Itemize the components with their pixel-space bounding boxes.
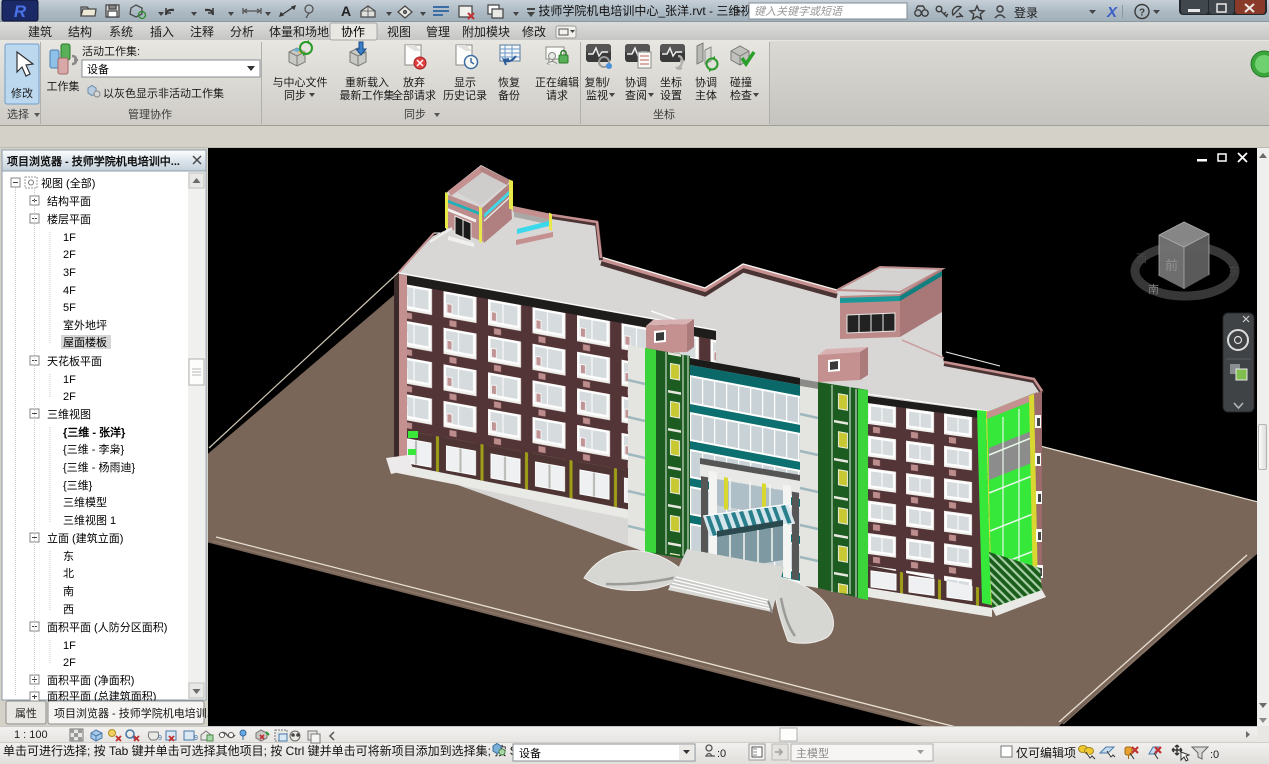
svg-text:恢复: 恢复: [498, 75, 520, 89]
svg-text:楼层平面: 楼层平面: [47, 212, 91, 226]
svg-text:正在编辑: 正在编辑: [535, 75, 579, 89]
svg-text:主模型: 主模型: [796, 746, 829, 760]
svg-text:2F: 2F: [63, 391, 76, 403]
svg-text:管理: 管理: [426, 24, 450, 39]
svg-text:设备: 设备: [87, 62, 109, 76]
svg-text:9: 9: [158, 735, 162, 742]
svg-text:1F: 1F: [63, 374, 76, 386]
svg-text:坐标: 坐标: [653, 107, 675, 121]
svg-text:复制/: 复制/: [584, 75, 610, 89]
svg-text:三维视图: 三维视图: [47, 407, 91, 421]
svg-text:三维视图 1: 三维视图 1: [63, 513, 116, 527]
svg-text:南: 南: [63, 585, 74, 598]
svg-text:2F: 2F: [63, 657, 76, 669]
svg-text:1 : 100: 1 : 100: [14, 729, 48, 741]
svg-text:仅可编辑项: 仅可编辑项: [1016, 745, 1076, 760]
svg-text:设备: 设备: [519, 746, 541, 760]
svg-text:选择: 选择: [7, 107, 29, 121]
svg-text:修改: 修改: [522, 24, 546, 39]
svg-text:视图 (全部): 视图 (全部): [41, 176, 95, 190]
svg-text:结构: 结构: [68, 24, 92, 39]
svg-text:北: 北: [63, 567, 74, 580]
svg-text:2F: 2F: [63, 249, 76, 261]
svg-text:天花板平面: 天花板平面: [47, 354, 102, 368]
svg-text:协调: 协调: [695, 75, 717, 89]
svg-text:历史记录: 历史记录: [443, 89, 487, 102]
svg-text:附加模块: 附加模块: [462, 25, 510, 39]
svg-text:?: ?: [1139, 8, 1145, 19]
svg-text:{三维 - 张洋}: {三维 - 张洋}: [63, 425, 126, 439]
svg-text:西: 西: [63, 604, 74, 616]
svg-text:显示: 显示: [454, 76, 476, 89]
svg-text:属性: 属性: [15, 706, 37, 720]
svg-text:注释: 注释: [190, 24, 214, 39]
svg-text:协作: 协作: [341, 24, 365, 39]
svg-text:1F: 1F: [63, 640, 76, 652]
svg-text:放弃: 放弃: [403, 75, 425, 89]
svg-text:重新载入: 重新载入: [345, 75, 389, 89]
svg-text:视图: 视图: [387, 24, 411, 39]
svg-text:前: 前: [1165, 258, 1178, 273]
svg-text:全部请求: 全部请求: [392, 88, 436, 102]
svg-text:建筑: 建筑: [28, 24, 52, 39]
svg-text:室外地坪: 室外地坪: [63, 318, 107, 332]
svg-text:{三维 - 李枭}: {三维 - 李枭}: [63, 442, 124, 456]
svg-text:监视: 监视: [586, 88, 608, 102]
svg-text::0: :0: [717, 748, 726, 760]
svg-text:登录: 登录: [1014, 5, 1038, 20]
svg-text:R: R: [14, 2, 27, 21]
svg-text:管理协作: 管理协作: [128, 107, 172, 121]
svg-text:键入关键字或短语: 键入关键字或短语: [754, 5, 844, 18]
svg-text:碰撞: 碰撞: [730, 75, 752, 89]
svg-text:检查: 检查: [730, 88, 752, 102]
svg-text:工作集: 工作集: [47, 79, 80, 93]
svg-text:同步: 同步: [404, 108, 426, 121]
svg-text:最新工作集: 最新工作集: [340, 88, 395, 102]
svg-text:体量和场地: 体量和场地: [269, 25, 329, 39]
svg-text:A: A: [341, 3, 351, 19]
svg-text:设置: 设置: [660, 89, 682, 102]
svg-text:9: 9: [194, 735, 198, 742]
svg-text:屋面楼板: 屋面楼板: [63, 335, 107, 349]
svg-text:项目浏览器 - 技师学院机电培训...: 项目浏览器 - 技师学院机电培训...: [54, 706, 208, 720]
svg-text:以灰色显示非活动工作集: 以灰色显示非活动工作集: [103, 86, 224, 100]
svg-text:坐标: 坐标: [660, 75, 682, 89]
svg-text:5F: 5F: [63, 302, 76, 314]
svg-text:{三维}: {三维}: [63, 479, 93, 492]
svg-text:{三维 - 杨雨迪}: {三维 - 杨雨迪}: [63, 460, 135, 474]
svg-text:南: 南: [1148, 283, 1159, 296]
svg-text:插入: 插入: [150, 25, 174, 39]
svg-text:面积平面 (人防分区面积): 面积平面 (人防分区面积): [47, 620, 167, 634]
svg-text:活动工作集:: 活动工作集:: [82, 44, 140, 58]
svg-text:单击可进行选择; 按 Tab 键并单击可选择其他项目; 按: 单击可进行选择; 按 Tab 键并单击可选择其他项目; 按 Ctrl 键并单击可…: [3, 743, 549, 758]
svg-text:东: 东: [63, 550, 74, 563]
svg-text:项目浏览器 - 技师学院机电培训中...: 项目浏览器 - 技师学院机电培训中...: [7, 154, 180, 168]
svg-text:修改: 修改: [11, 86, 33, 100]
svg-text:分析: 分析: [230, 25, 254, 39]
svg-text:请求: 请求: [546, 89, 568, 102]
svg-text:立面 (建筑立面): 立面 (建筑立面): [47, 531, 123, 545]
svg-text:1F: 1F: [63, 232, 76, 244]
svg-text:4F: 4F: [63, 285, 76, 297]
svg-text:东: 东: [1228, 265, 1239, 278]
svg-text:与中心文件: 与中心文件: [273, 75, 328, 89]
svg-text:三维模型: 三维模型: [63, 495, 107, 509]
svg-text:备份: 备份: [498, 88, 520, 102]
svg-text:主体: 主体: [695, 88, 717, 102]
svg-text:西: 西: [1136, 253, 1147, 265]
svg-text:3F: 3F: [63, 267, 76, 279]
svg-text:面积平面 (净面积): 面积平面 (净面积): [47, 673, 134, 687]
svg-text:结构平面: 结构平面: [47, 194, 91, 208]
svg-text::0: :0: [1210, 749, 1219, 761]
svg-text:协调: 协调: [625, 75, 647, 89]
svg-text:X: X: [1106, 4, 1118, 21]
svg-text:系统: 系统: [109, 25, 133, 39]
svg-text:同步: 同步: [284, 89, 306, 102]
svg-text:查阅: 查阅: [625, 88, 647, 102]
